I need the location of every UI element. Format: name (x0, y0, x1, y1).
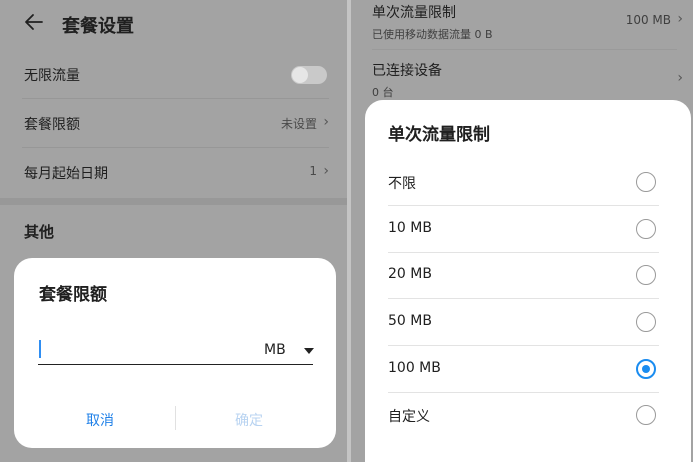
row-value: 1 (309, 164, 317, 178)
row-label: 每月起始日期 (24, 166, 108, 182)
radio-button[interactable] (636, 405, 656, 425)
page-title: 套餐设置 (62, 16, 134, 37)
chevron-right-icon: › (323, 114, 329, 130)
row-start-date[interactable]: 每月起始日期 1 › (0, 148, 347, 197)
button-divider (175, 406, 176, 430)
option-label: 20 MB (388, 266, 432, 282)
radio-button-selected[interactable] (636, 359, 656, 379)
left-screen: 套餐设置 无限流量 套餐限额 未设置 › 每月起始日期 1 › 其他 套餐限额 … (0, 0, 347, 462)
radio-button[interactable] (636, 265, 656, 285)
text-cursor (39, 340, 41, 358)
option-label: 自定义 (388, 409, 430, 425)
option-item[interactable]: 50 MB (365, 299, 691, 346)
toggle-knob (292, 67, 308, 83)
row-subtitle: 已使用移动数据流量 0 B (372, 28, 493, 41)
option-item[interactable]: 不限 (365, 159, 691, 206)
option-item[interactable]: 10 MB (365, 206, 691, 253)
chevron-right-icon: › (677, 70, 683, 86)
row-label: 已连接设备 (372, 63, 442, 79)
section-band (0, 198, 347, 205)
row-subtitle: 0 台 (372, 86, 394, 99)
row-value: 未设置 (280, 117, 317, 131)
row-connected-devices[interactable]: 已连接设备 0 台 › (351, 52, 693, 100)
right-screen: 单次流量限制 已使用移动数据流量 0 B 100 MB › 已连接设备 0 台 … (351, 0, 693, 462)
row-value: 100 MB (625, 13, 671, 27)
option-item[interactable]: 20 MB (365, 252, 691, 299)
option-label: 50 MB (388, 313, 432, 329)
back-arrow-icon[interactable] (22, 10, 46, 34)
option-label: 不限 (388, 176, 416, 192)
radio-button[interactable] (636, 219, 656, 239)
input-underline (38, 364, 313, 365)
unit-select[interactable]: MB (264, 342, 286, 358)
section-title: 其他 (24, 223, 55, 241)
option-label: 100 MB (388, 360, 441, 376)
option-label: 10 MB (388, 220, 432, 236)
chevron-right-icon: › (323, 163, 329, 179)
caret-down-icon[interactable] (304, 348, 314, 354)
radio-button[interactable] (636, 312, 656, 332)
row-unlimited-data[interactable]: 无限流量 (0, 50, 347, 99)
chevron-right-icon: › (677, 11, 683, 27)
option-item[interactable]: 自定义 (365, 392, 691, 439)
row-single-data-limit[interactable]: 单次流量限制 已使用移动数据流量 0 B 100 MB › (351, 0, 693, 46)
row-label: 单次流量限制 (372, 5, 456, 21)
dialog-title: 单次流量限制 (388, 125, 490, 145)
divider (372, 49, 677, 50)
single-data-limit-dialog: 单次流量限制 不限 10 MB 20 MB 50 MB 100 MB 自定义 (365, 100, 691, 462)
dialog-title: 套餐限额 (39, 285, 107, 305)
top-bar: 套餐设置 (0, 0, 347, 48)
plan-limit-dialog: 套餐限额 MB 取消 确定 (14, 258, 336, 448)
row-label: 套餐限额 (24, 117, 80, 133)
unlimited-data-toggle[interactable] (291, 66, 327, 84)
row-plan-limit[interactable]: 套餐限额 未设置 › (0, 99, 347, 148)
ok-button[interactable]: 确定 (235, 410, 263, 430)
row-label: 无限流量 (24, 68, 80, 84)
cancel-button[interactable]: 取消 (86, 410, 114, 430)
option-item[interactable]: 100 MB (365, 346, 691, 393)
limit-input[interactable] (44, 342, 244, 362)
radio-button[interactable] (636, 172, 656, 192)
